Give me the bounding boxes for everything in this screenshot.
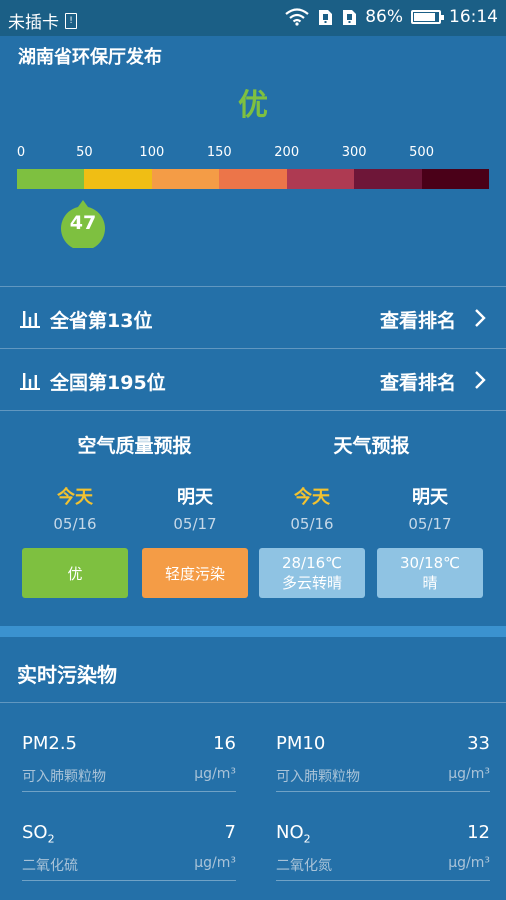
aqi-scale-tick-label: 100 bbox=[139, 145, 165, 160]
pollutant-desc: 可入肺颗粒物 bbox=[22, 769, 106, 785]
pollutant-desc: 可入肺颗粒物 bbox=[276, 769, 360, 785]
forecast-date: 05/16 bbox=[290, 515, 334, 533]
section-divider bbox=[0, 626, 506, 637]
carrier-text: 未插卡 bbox=[8, 13, 59, 33]
aqi-scale-tick-label: 150 bbox=[206, 145, 232, 160]
aqi-scale-segment bbox=[17, 169, 85, 189]
weather-temp: 30/18℃ bbox=[399, 553, 461, 572]
forecast-day-label: 今天 bbox=[294, 487, 330, 508]
battery-percent: 86% bbox=[365, 7, 403, 27]
weather-desc: 晴 bbox=[422, 573, 438, 592]
pollutant-name: PM2.5 bbox=[22, 733, 78, 754]
weather-badge-tomorrow: 30/18℃ 晴 bbox=[377, 548, 483, 598]
pollutant-value: 33 bbox=[467, 733, 490, 754]
air-forecast-today: 今天 05/16 bbox=[12, 483, 138, 533]
sim-slot-2-icon bbox=[343, 10, 357, 25]
pollutant-value: 16 bbox=[213, 733, 236, 754]
pollutant-name: PM10 bbox=[276, 733, 326, 754]
aqi-scale-tick-label: 0 bbox=[16, 145, 26, 160]
air-quality-label: 优 bbox=[67, 564, 83, 583]
rank-row-national[interactable]: 全国第195位 查看排名 bbox=[0, 348, 506, 411]
weather-temp: 28/16℃ bbox=[281, 553, 343, 572]
forecast-date: 05/17 bbox=[408, 515, 452, 533]
pollutant-name: SO2 bbox=[22, 822, 55, 846]
pollutant-value: 12 bbox=[467, 822, 490, 843]
aqi-scale-tick-label: 300 bbox=[341, 145, 367, 160]
aqi-scale-segment bbox=[354, 169, 422, 189]
status-left: 未插卡 ! bbox=[8, 8, 77, 33]
bar-chart-icon bbox=[20, 373, 40, 390]
battery-fill bbox=[414, 13, 435, 21]
pollutant-formula: SO bbox=[22, 822, 48, 843]
pollutant-name: NO2 bbox=[276, 822, 311, 846]
header-divider bbox=[0, 702, 506, 703]
pollutant-value: 7 bbox=[224, 822, 236, 843]
pollutant-pm10[interactable]: PM10 33 可入肺颗粒物 μg/m³ bbox=[276, 733, 490, 792]
aqi-scale-segment bbox=[84, 169, 152, 189]
forecast-day-label: 明天 bbox=[177, 487, 213, 508]
air-forecast-tomorrow: 明天 05/17 bbox=[132, 483, 258, 533]
weather-desc: 多云转晴 bbox=[281, 573, 342, 592]
forecast-date: 05/17 bbox=[173, 515, 217, 533]
air-quality-label: 轻度污染 bbox=[164, 564, 225, 583]
aqi-scale-segment bbox=[421, 169, 489, 189]
chevron-right-icon[interactable] bbox=[474, 308, 486, 328]
status-bar: 未插卡 ! 86% 16:14 bbox=[0, 0, 506, 36]
aqi-level-text: 优 bbox=[238, 88, 268, 123]
pollutant-no2[interactable]: NO2 12 二氧化氮 μg/m³ bbox=[276, 822, 490, 881]
bar-chart-icon bbox=[20, 311, 40, 328]
air-forecast-title: 空气质量预报 bbox=[77, 435, 192, 457]
wifi-icon bbox=[285, 8, 309, 26]
aqi-scale-bar bbox=[17, 169, 489, 189]
aqi-scale-tick-label: 500 bbox=[409, 145, 434, 160]
chevron-right-icon[interactable] bbox=[474, 370, 486, 390]
aqi-scale-segment bbox=[286, 169, 355, 189]
status-right: 86% 16:14 bbox=[285, 7, 498, 27]
clock: 16:14 bbox=[449, 7, 498, 27]
air-quality-badge-today: 优 bbox=[22, 548, 128, 598]
weather-forecast-title: 天气预报 bbox=[333, 435, 410, 457]
pollutant-desc: 二氧化硫 bbox=[22, 858, 78, 874]
pollutant-subscript: 2 bbox=[303, 832, 311, 846]
forecast-day-label: 今天 bbox=[57, 487, 93, 508]
province-rank-link[interactable]: 查看排名 bbox=[380, 306, 456, 333]
aqi-scale-segment bbox=[151, 169, 220, 189]
aqi-scale-segment bbox=[219, 169, 287, 189]
pollutant-unit: μg/m³ bbox=[448, 766, 490, 782]
battery-icon bbox=[411, 10, 444, 24]
forecast-day-label: 明天 bbox=[412, 487, 448, 508]
aqi-value: 47 bbox=[69, 212, 97, 234]
pollutant-unit: μg/m³ bbox=[448, 855, 490, 871]
pollutant-unit: μg/m³ bbox=[194, 855, 236, 871]
rank-row-province[interactable]: 全省第13位 查看排名 bbox=[0, 286, 506, 349]
pollutant-unit: μg/m³ bbox=[194, 766, 236, 782]
weather-forecast-today: 今天 05/16 bbox=[249, 483, 375, 533]
aqi-scale-labels: 0 50 100 150 200 300 500 bbox=[17, 145, 489, 163]
aqi-value-marker: 47 bbox=[60, 198, 106, 248]
pollutant-formula: NO bbox=[276, 822, 304, 843]
forecast-date: 05/16 bbox=[53, 515, 97, 533]
sim-icon: ! bbox=[65, 12, 77, 29]
pollutant-desc: 二氧化氮 bbox=[276, 858, 332, 874]
sim-slot-1-icon bbox=[319, 10, 333, 25]
weather-badge-today: 28/16℃ 多云转晴 bbox=[259, 548, 365, 598]
aqi-scale-tick-label: 200 bbox=[274, 145, 300, 160]
forecast-section: 空气质量预报 天气预报 今天 05/16 明天 05/17 今天 05/16 明… bbox=[0, 410, 506, 627]
pollutant-so2[interactable]: SO2 7 二氧化硫 μg/m³ bbox=[22, 822, 236, 881]
air-quality-badge-tomorrow: 轻度污染 bbox=[142, 548, 248, 598]
pollutants-title: 实时污染物 bbox=[17, 663, 117, 687]
national-rank-link[interactable]: 查看排名 bbox=[380, 368, 456, 395]
pollutant-pm25[interactable]: PM2.5 16 可入肺颗粒物 μg/m³ bbox=[22, 733, 236, 792]
pollutant-subscript: 2 bbox=[47, 832, 55, 846]
national-rank-text: 全国第195位 bbox=[50, 372, 166, 394]
province-rank-text: 全省第13位 bbox=[50, 310, 153, 332]
weather-forecast-tomorrow: 明天 05/17 bbox=[367, 483, 493, 533]
aqi-scale-tick-label: 50 bbox=[76, 145, 93, 160]
publisher-label: 湖南省环保厅发布 bbox=[18, 47, 162, 68]
